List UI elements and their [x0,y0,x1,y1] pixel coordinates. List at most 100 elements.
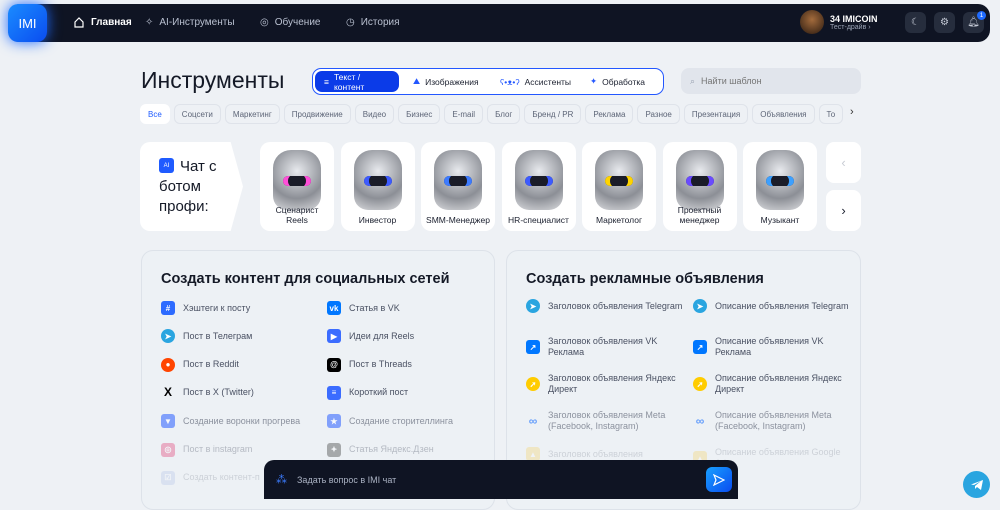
yandex-direct-icon: ➚ [693,377,707,391]
tool-item[interactable]: ∞ Описание объявления Meta (Facebook, Ins… [693,410,855,432]
search-field[interactable]: ⌕ [681,68,861,94]
nav-history[interactable]: ◷ История [346,13,400,31]
telegram-icon: ➤ [693,299,707,313]
chat-with-pro-bot[interactable]: Чат с ботом профи: AI [140,142,243,231]
chip-3[interactable]: Продвижение [283,104,351,124]
bot-card[interactable]: Проектный менеджер [662,142,737,231]
chip-2[interactable]: Маркетинг [224,104,280,124]
bot-card[interactable]: Инвестор [340,142,415,231]
tool-item[interactable]: vk Статья в VK [327,301,400,315]
nav-label: AI-Инструменты [159,16,235,28]
tool-item[interactable]: @ Пост в Threads [327,357,412,372]
chip-0[interactable]: Все [140,104,170,124]
nav-learning[interactable]: ◎ Обучение [260,13,320,31]
chip-10[interactable]: Разное [637,104,680,124]
tool-label: Описание объявления Meta (Facebook, Inst… [715,410,832,431]
tool-item[interactable]: # Хэштеги к посту [161,301,250,315]
tool-item[interactable]: ➤ Заголовок объявления Telegram [526,299,682,313]
bear-icon: ʕ•ᴥ•ʔ [500,76,520,87]
avatar [800,10,824,34]
tool-item[interactable]: ↗ Описание объявления VK Реклама [693,336,855,358]
tool-label: Создание воронки прогрева [183,415,301,426]
tab-images[interactable]: ⛰ Изображения [401,71,489,92]
tool-item[interactable]: ➤ Описание объявления Telegram [693,299,849,313]
threads-icon: @ [327,357,341,372]
theme-toggle-button[interactable]: ☾ [905,12,926,33]
send-icon [713,473,725,486]
tool-label: Пост в X (Twitter) [183,387,254,398]
search-input[interactable] [701,76,842,86]
chip-8[interactable]: Бренд / PR [524,104,582,124]
tool-item[interactable]: ∞ Заголовок объявления Meta (Facebook, In… [526,410,688,432]
tool-item[interactable]: ➤ Пост в Телеграм [161,329,253,344]
tool-label: Заголовок объявления Meta (Facebook, Ins… [548,410,666,431]
tool-label: Статья Яндекс.Дзен [349,444,434,454]
meta-icon: ∞ [695,413,705,428]
telegram-icon: ➤ [161,329,175,344]
nav-home[interactable]: Главная [73,13,132,31]
bot-card[interactable]: Музыкант [743,142,817,231]
vk-ads-icon: ↗ [693,340,707,354]
tool-item[interactable]: ▲ Заголовок объявления [526,447,643,461]
chevron-right-icon[interactable]: › [850,106,854,118]
tool-label: Заголовок объявления [548,448,643,459]
carousel-next-button[interactable]: › [826,190,861,231]
tool-item[interactable]: ▶ Идеи для Reels [327,329,414,344]
tool-item[interactable]: ● Пост в Reddit [161,357,239,372]
carousel-prev-button[interactable]: ‹ [826,142,861,183]
nav-ai-tools[interactable]: ✧ AI-Инструменты [145,13,235,31]
telegram-support-button[interactable] [963,471,990,498]
x-icon: X [163,385,172,400]
tab-processing[interactable]: ✦ Обработка [581,71,661,92]
logo[interactable]: IMI [8,4,47,42]
chip-13[interactable]: То [818,104,844,124]
tool-item[interactable]: ↗ Заголовок объявления VK Реклама [526,336,688,358]
tool-label: Заголовок объявления Telegram [548,300,683,311]
tool-item[interactable]: ≡ Короткий пост [327,385,408,400]
tool-item[interactable]: ◎ Пост в instagram [161,442,253,457]
chip-9[interactable]: Реклама [585,104,634,124]
hashtag-icon: # [161,301,175,315]
bot-card[interactable]: SMM-Менеджер [421,142,495,231]
tool-item[interactable]: ✦ Статья Яндекс.Дзен [327,442,434,457]
vk-icon: vk [327,301,341,315]
bot-card[interactable]: HR-специалист [501,142,576,231]
tool-item[interactable]: ★ Создание сторителлинга [327,414,453,429]
tool-label: Пост в Телеграм [183,330,253,341]
chevron-right-icon: › [868,23,871,31]
tool-item[interactable]: ➚ Заголовок объявления Яндекс Директ [526,373,688,395]
chip-12[interactable]: Объявления [752,104,815,124]
bot-eyes [363,176,392,186]
chip-11[interactable]: Презентация [683,104,749,124]
bot-card[interactable]: Сценарист Reels [260,142,334,231]
chat-input[interactable] [297,474,677,485]
telegram-icon [970,479,983,490]
tool-label: Описание объявления Яндекс Директ [715,373,842,394]
chevron-left-icon: ‹ [841,155,846,170]
chip-6[interactable]: E-mail [444,104,484,124]
tab-assistants[interactable]: ʕ•ᴥ•ʔ Ассистенты [491,71,579,92]
chip-7[interactable]: Блог [487,104,521,124]
tab-text-content[interactable]: ≡ Текст / контент [315,71,399,92]
nav-label: Обучение [274,16,321,28]
tool-label: Пост в Reddit [183,359,239,370]
tool-item[interactable]: ☑ Создать контент-п [161,470,260,485]
checklist-icon: ☑ [161,470,175,485]
settings-button[interactable]: ⚙ [934,12,955,33]
tool-item[interactable]: X Пост в X (Twitter) [161,386,254,400]
tool-label: Пост в Threads [349,359,412,370]
chip-4[interactable]: Видео [354,104,395,124]
tool-item[interactable]: ▼ Создание воронки прогрева [161,414,301,429]
chip-5[interactable]: Бизнес [398,104,441,124]
tool-item[interactable]: ➚ Описание объявления Яндекс Директ [693,373,855,395]
bot-card[interactable]: Маркетолог [582,142,656,231]
card-title: Создать контент для социальных сетей [161,271,450,287]
chip-1[interactable]: Соцсети [173,104,221,124]
tool-label: Хэштеги к посту [183,302,251,313]
send-button[interactable] [706,467,732,492]
tab-label: Изображения [425,76,479,87]
tool-label: Пост в instagram [183,444,253,454]
tool-label: Статья в VK [349,302,400,313]
bot-eyes [524,176,553,186]
user-profile[interactable]: 34 IMICOIN Тест-драйв › [800,10,878,34]
